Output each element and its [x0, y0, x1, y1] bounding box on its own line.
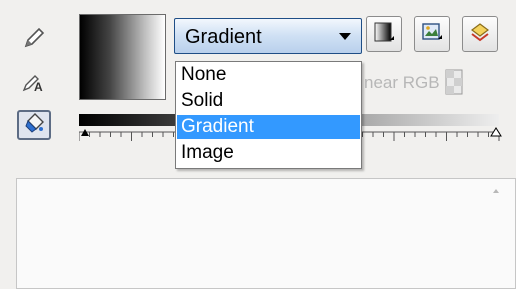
fill-bucket-icon	[22, 111, 46, 140]
fill-type-value: Gradient	[185, 26, 262, 48]
fill-type-dropdown: None Solid Gradient Image	[175, 61, 362, 169]
gradient-swatch-button[interactable]	[366, 16, 402, 52]
image-effect-button[interactable]	[414, 16, 450, 52]
svg-text:A: A	[34, 80, 43, 94]
gradient-swatch-icon	[373, 21, 395, 48]
pencil-tool[interactable]	[17, 25, 51, 55]
image-effect-icon	[420, 20, 444, 49]
option-solid[interactable]: Solid	[177, 89, 360, 113]
scroll-up-arrow-icon[interactable]	[490, 184, 502, 196]
interpolation-label: near RGB	[364, 73, 440, 92]
gradient-preview	[79, 14, 166, 100]
background-grid-icon[interactable]	[444, 66, 466, 98]
option-gradient[interactable]: Gradient	[177, 115, 360, 139]
option-none[interactable]: None	[177, 63, 360, 87]
properties-panel	[16, 178, 516, 289]
color-swap-button[interactable]	[462, 16, 498, 52]
option-image[interactable]: Image	[177, 141, 360, 165]
text-tool-icon: A	[21, 68, 47, 99]
fill-type-select[interactable]: Gradient	[174, 18, 362, 54]
text-tool[interactable]: A	[17, 68, 51, 98]
color-swap-icon	[468, 20, 492, 49]
chevron-down-icon[interactable]	[339, 33, 351, 40]
fill-tool[interactable]	[17, 110, 51, 140]
pencil-icon	[22, 26, 46, 55]
